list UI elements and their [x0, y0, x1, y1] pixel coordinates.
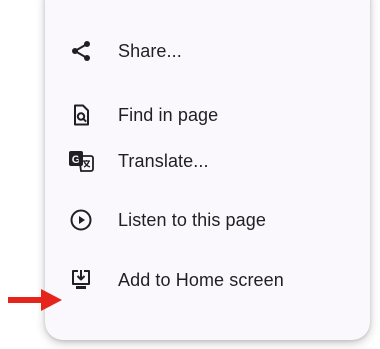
play-circle-icon	[68, 207, 94, 233]
overflow-menu: Share... Find in page G Translate... Lis…	[45, 0, 370, 340]
menu-item-listen-to-this-page[interactable]: Listen to this page	[45, 189, 370, 251]
red-arrow-annotation-icon	[8, 289, 62, 311]
menu-item-share[interactable]: Share...	[45, 20, 370, 82]
menu-item-translate[interactable]: G Translate...	[45, 130, 370, 192]
menu-item-label: Listen to this page	[118, 209, 267, 230]
menu-item-label: Add to Home screen	[118, 269, 284, 290]
screenshot-stage: Share... Find in page G Translate... Lis…	[0, 0, 380, 349]
menu-item-label: Translate...	[118, 150, 209, 171]
share-icon	[68, 38, 94, 64]
menu-item-add-to-home-screen[interactable]: Add to Home screen	[45, 249, 370, 311]
menu-item-label: Share...	[118, 40, 182, 61]
find-in-page-icon	[68, 102, 94, 128]
menu-item-label: Find in page	[118, 104, 219, 125]
add-to-home-screen-icon	[68, 267, 94, 293]
translate-icon: G	[68, 148, 94, 174]
